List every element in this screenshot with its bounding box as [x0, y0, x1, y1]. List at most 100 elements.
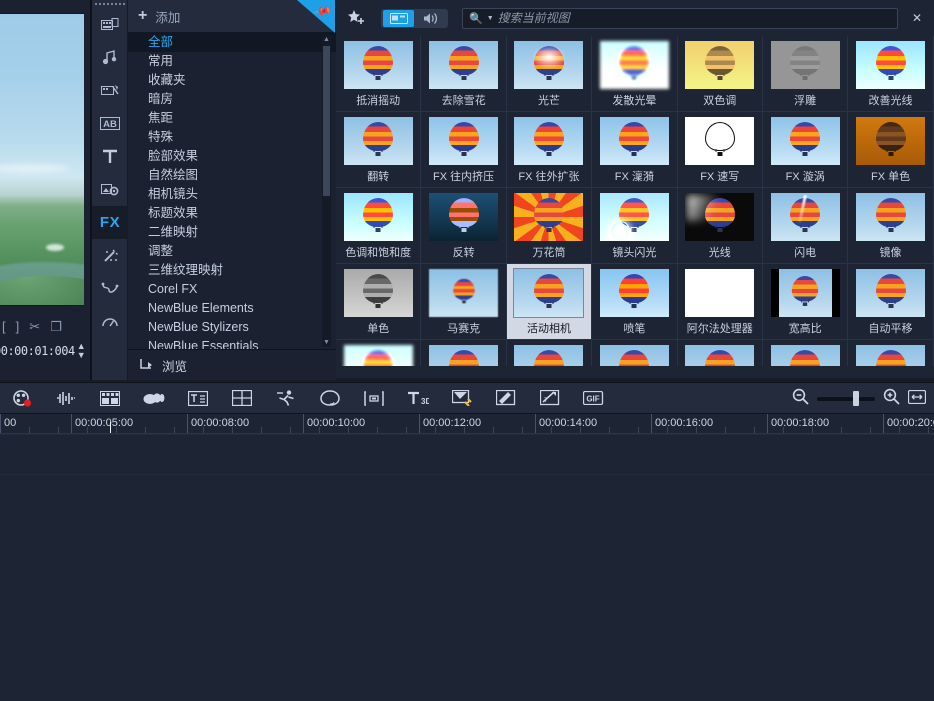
mark-out-icon[interactable]: ]: [16, 320, 20, 333]
pin-icon[interactable]: 📌: [297, 0, 335, 33]
preview-video-canvas[interactable]: [0, 13, 84, 306]
effect-item[interactable]: 双色调: [678, 36, 763, 112]
effect-item[interactable]: [507, 340, 592, 366]
zoom-out-icon[interactable]: [792, 388, 809, 410]
effect-item[interactable]: FX 漩涡: [763, 112, 848, 188]
zoom-slider[interactable]: [817, 397, 875, 401]
sidebar-item-speed[interactable]: [92, 305, 128, 338]
category-item[interactable]: 三维纹理映射: [128, 261, 336, 280]
record-capture-icon[interactable]: [0, 383, 44, 413]
category-item[interactable]: 脸部效果: [128, 147, 336, 166]
sidebar-item-audio[interactable]: [92, 41, 128, 74]
fit-project-icon[interactable]: [908, 390, 926, 409]
effect-item[interactable]: FX 往内挤压: [421, 112, 506, 188]
category-item[interactable]: 全部: [128, 33, 336, 52]
category-item[interactable]: 焦距: [128, 109, 336, 128]
sidebar-item-media[interactable]: [92, 8, 128, 41]
motion-tracking-icon[interactable]: [264, 383, 308, 413]
effect-item[interactable]: 去除雪花: [421, 36, 506, 112]
video-view-icon[interactable]: [383, 10, 414, 27]
effect-item[interactable]: 反转: [421, 188, 506, 264]
category-item[interactable]: 自然绘图: [128, 166, 336, 185]
cut-icon[interactable]: ✂: [29, 320, 40, 333]
browse-button[interactable]: 浏览: [128, 349, 336, 380]
effect-item[interactable]: 镜像: [848, 188, 933, 264]
category-item[interactable]: 特殊: [128, 128, 336, 147]
effect-item[interactable]: 改善光线: [848, 36, 933, 112]
zoom-in-icon[interactable]: [883, 388, 900, 410]
category-item[interactable]: 暗房: [128, 90, 336, 109]
drawing-icon[interactable]: [484, 383, 528, 413]
preview-timecode[interactable]: 00:00:01:004 ▲▼: [0, 340, 92, 362]
effect-item[interactable]: 阿尔法处理器: [678, 264, 763, 340]
drag-handle-dots[interactable]: [92, 0, 127, 8]
add-effect-icon[interactable]: [344, 6, 370, 30]
effect-item[interactable]: 翻转: [336, 112, 421, 188]
effect-item[interactable]: 光线: [678, 188, 763, 264]
gif-icon[interactable]: GIF: [572, 383, 616, 413]
sidebar-item-transition[interactable]: [92, 74, 128, 107]
effect-item[interactable]: 发散光晕: [592, 36, 677, 112]
effect-item[interactable]: 喷笔: [592, 264, 677, 340]
effect-item[interactable]: 万花筒: [507, 188, 592, 264]
sidebar-item-title[interactable]: [92, 140, 128, 173]
effect-item[interactable]: 光芒: [507, 36, 592, 112]
effect-item[interactable]: FX 往外扩张: [507, 112, 592, 188]
category-item[interactable]: 常用: [128, 52, 336, 71]
blend-icon[interactable]: [132, 383, 176, 413]
scrollbar-thumb[interactable]: [323, 46, 330, 196]
storyboard-icon[interactable]: [88, 383, 132, 413]
effect-item[interactable]: 宽高比: [763, 264, 848, 340]
effect-item[interactable]: FX 单色: [848, 112, 933, 188]
timeline-ruler[interactable]: 0000:00:05:0000:00:08:0000:00:10:0000:00…: [0, 414, 934, 434]
effect-item[interactable]: FX 澟漪: [592, 112, 677, 188]
add-bar[interactable]: + 添加 📌: [128, 0, 335, 33]
effect-item[interactable]: [848, 340, 933, 366]
scroll-down-arrow[interactable]: ▼: [322, 338, 331, 347]
playhead[interactable]: [110, 422, 111, 434]
category-item[interactable]: 二维映射: [128, 223, 336, 242]
category-item[interactable]: 调整: [128, 242, 336, 261]
title-3d-icon[interactable]: 3D: [396, 383, 440, 413]
effect-item[interactable]: 单色: [336, 264, 421, 340]
search-bar[interactable]: 🔍 ▼: [462, 8, 898, 29]
category-item[interactable]: NewBlue Stylizers: [128, 318, 336, 337]
effect-item[interactable]: 闪电: [763, 188, 848, 264]
copy-icon[interactable]: ❐: [50, 320, 62, 333]
mask-icon[interactable]: [308, 383, 352, 413]
chevron-down-icon[interactable]: ▼: [487, 15, 494, 22]
effect-item[interactable]: [336, 340, 421, 366]
effect-item[interactable]: 浮雕: [763, 36, 848, 112]
audio-mixer-icon[interactable]: [44, 383, 88, 413]
category-item[interactable]: 标题效果: [128, 204, 336, 223]
effect-item[interactable]: 色调和饱和度: [336, 188, 421, 264]
audio-view-icon[interactable]: [415, 10, 446, 27]
effects-grid[interactable]: 抵消摇动去除雪花光芒发散光晕双色调浮雕改善光线翻转FX 往内挤压FX 往外扩张F…: [336, 36, 934, 378]
effect-item[interactable]: [763, 340, 848, 366]
timecode-stepper[interactable]: ▲▼: [77, 342, 86, 360]
paint-icon[interactable]: [440, 383, 484, 413]
multicam-icon[interactable]: [220, 383, 264, 413]
effect-item[interactable]: 抵消摇动: [336, 36, 421, 112]
effect-item[interactable]: 镜头闪光: [592, 188, 677, 264]
view-type-toggle[interactable]: [381, 9, 448, 28]
mark-in-icon[interactable]: [: [2, 320, 6, 333]
effect-item[interactable]: [678, 340, 763, 366]
category-scrollbar[interactable]: ▲ ▼: [322, 35, 331, 347]
timeline-tracks[interactable]: [0, 434, 934, 701]
sidebar-item-graphic[interactable]: [92, 173, 128, 206]
sidebar-item-path[interactable]: [92, 272, 128, 305]
category-item[interactable]: NewBlue Elements: [128, 299, 336, 318]
zoom-slider-knob[interactable]: [853, 391, 859, 406]
category-item[interactable]: Corel FX: [128, 280, 336, 299]
effect-item[interactable]: 自动平移: [848, 264, 933, 340]
title-safe-icon[interactable]: [176, 383, 220, 413]
close-icon[interactable]: ✕: [908, 11, 926, 25]
scroll-up-arrow[interactable]: ▲: [322, 35, 331, 44]
adjust-icon[interactable]: T: [528, 383, 572, 413]
sidebar-item-fx[interactable]: FX: [92, 206, 128, 239]
track-select-icon[interactable]: [352, 383, 396, 413]
effect-item[interactable]: 活动相机: [507, 264, 592, 340]
effect-item[interactable]: FX 速写: [678, 112, 763, 188]
category-item[interactable]: 收藏夹: [128, 71, 336, 90]
